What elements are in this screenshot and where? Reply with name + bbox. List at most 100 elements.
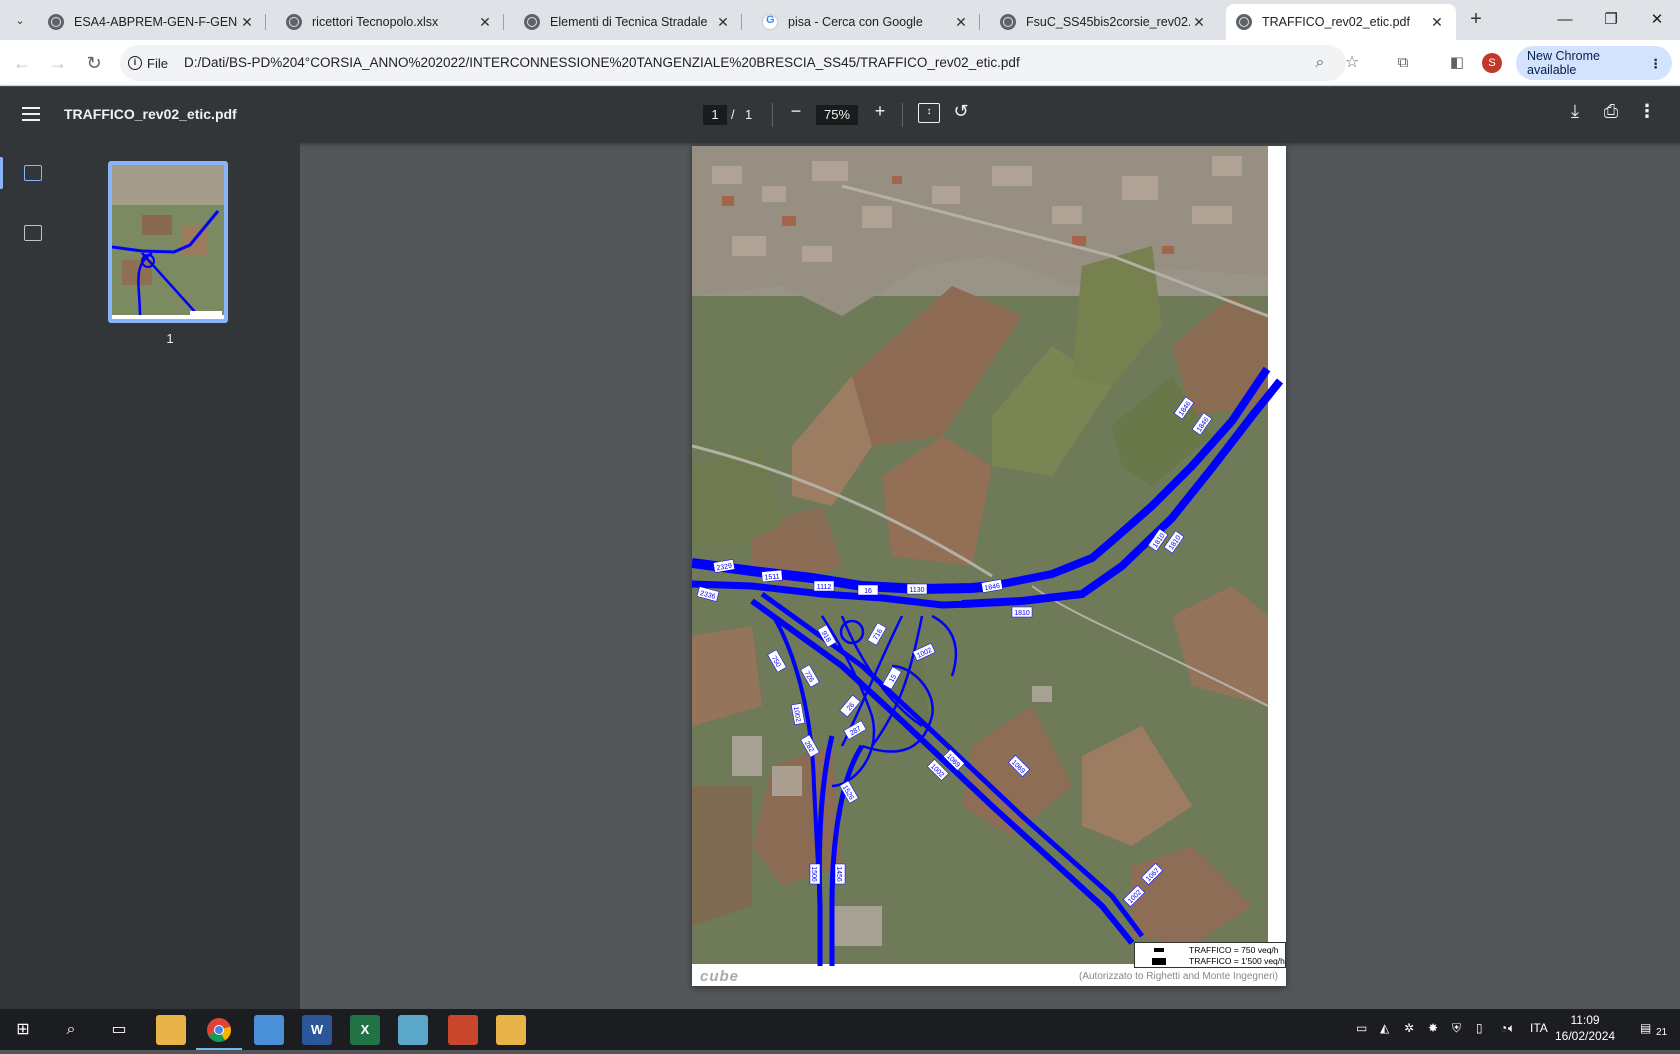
page-number-input[interactable]: 1 bbox=[703, 105, 727, 125]
svg-text:1506: 1506 bbox=[810, 866, 817, 882]
update-label: New Chrome available bbox=[1527, 49, 1600, 77]
more-vert-icon: ⋮ bbox=[1649, 56, 1663, 71]
close-icon[interactable]: ✕ bbox=[238, 14, 256, 31]
globe-icon bbox=[286, 14, 302, 30]
tab-search-button[interactable]: ⌄ bbox=[8, 8, 32, 32]
close-icon[interactable]: ✕ bbox=[1428, 14, 1446, 31]
cube-logo: cube bbox=[700, 968, 740, 985]
svg-text:1810: 1810 bbox=[1014, 610, 1030, 617]
flow-label: 1506 bbox=[809, 863, 821, 885]
thumbnails-icon[interactable] bbox=[24, 165, 42, 181]
address-bar[interactable]: i File D:/Dati/BS-PD%204°CORSIA_ANNO%202… bbox=[120, 45, 1359, 81]
more-actions-icon[interactable]: ⋮ bbox=[1636, 101, 1658, 122]
excel-icon[interactable]: X bbox=[350, 1015, 380, 1045]
menu-icon[interactable] bbox=[22, 107, 40, 121]
system-clock[interactable]: 11:09 16/02/2024 bbox=[1555, 1012, 1615, 1044]
chrome-icon[interactable] bbox=[196, 1015, 242, 1050]
flow-label: 1511 bbox=[761, 569, 783, 583]
tab-title: ricettori Tecnopolo.xlsx bbox=[312, 15, 439, 29]
minimize-button[interactable]: — bbox=[1542, 6, 1588, 34]
new-tab-button[interactable]: + bbox=[1464, 8, 1488, 31]
tab-title: TRAFFICO_rev02_etic.pdf bbox=[1262, 15, 1410, 29]
tab-4[interactable]: pisa - Cerca con Google ✕ bbox=[752, 4, 980, 40]
network-icon[interactable]: ▭ bbox=[1356, 1021, 1367, 1035]
word-icon[interactable]: W bbox=[302, 1015, 332, 1045]
globe-icon bbox=[48, 14, 64, 30]
notifications-icon[interactable]: ▤ bbox=[1640, 1021, 1651, 1035]
language-indicator[interactable]: ITA bbox=[1530, 1021, 1548, 1035]
bookmark-star-icon[interactable]: ☆ bbox=[1342, 53, 1362, 73]
tab-2[interactable]: ricettori Tecnopolo.xlsx ✕ bbox=[276, 4, 504, 40]
thumbnail-panel: 1 bbox=[60, 143, 300, 1009]
globe-icon bbox=[524, 14, 540, 30]
search-icon[interactable]: ⌕ bbox=[56, 1015, 86, 1045]
wifi-icon[interactable]: ◔ bbox=[1500, 1021, 1507, 1035]
update-chrome-button[interactable]: New Chrome available ⋮ bbox=[1516, 46, 1672, 80]
zoom-search-icon[interactable]: ⌕ bbox=[1310, 53, 1330, 73]
flow-label: 1130 bbox=[906, 583, 928, 595]
zoom-out-icon[interactable]: − bbox=[786, 101, 806, 122]
app-tray-icon[interactable]: ✲ bbox=[1404, 1021, 1414, 1035]
close-window-button[interactable]: ✕ bbox=[1634, 6, 1680, 34]
sidebar-rail bbox=[0, 143, 60, 1009]
reload-button[interactable]: ↻ bbox=[82, 51, 106, 75]
battery-icon[interactable]: ▯ bbox=[1476, 1021, 1483, 1035]
download-icon[interactable]: ⤓ bbox=[1564, 101, 1586, 122]
globe-icon bbox=[1236, 14, 1252, 30]
page-thumbnail[interactable] bbox=[108, 161, 228, 323]
close-icon[interactable]: ✕ bbox=[714, 14, 732, 31]
drive-icon[interactable]: ◭ bbox=[1380, 1021, 1389, 1035]
rotate-icon[interactable]: ↺ bbox=[950, 101, 972, 122]
tab-3[interactable]: Elementi di Tecnica Stradale ✕ bbox=[514, 4, 742, 40]
extensions-icon[interactable]: ⧉ bbox=[1392, 52, 1414, 74]
restore-button[interactable]: ❐ bbox=[1588, 6, 1634, 34]
zoom-level-input[interactable]: 75% bbox=[816, 105, 858, 125]
zoom-in-icon[interactable]: + bbox=[870, 101, 890, 122]
tab-1[interactable]: ESA4-ABPREM-GEN-F-GEN-GEN ✕ bbox=[38, 4, 266, 40]
forward-button[interactable]: → bbox=[46, 51, 70, 75]
flow-label: 1810 bbox=[1011, 606, 1033, 618]
url-text[interactable]: D:/Dati/BS-PD%204°CORSIA_ANNO%202022/INT… bbox=[184, 55, 1020, 70]
profile-avatar[interactable]: S bbox=[1482, 53, 1502, 73]
browser-toolbar: ← → ↻ i File D:/Dati/BS-PD%204°CORSIA_AN… bbox=[0, 40, 1680, 86]
back-button[interactable]: ← bbox=[10, 51, 34, 75]
explorer-icon[interactable] bbox=[496, 1015, 526, 1045]
legend-row-1500: TRAFFICO = 1'500 veq/h bbox=[1139, 956, 1285, 966]
close-icon[interactable]: ✕ bbox=[1190, 14, 1208, 31]
fit-page-icon[interactable]: ↕ bbox=[918, 103, 940, 123]
site-info-label: File bbox=[147, 55, 168, 71]
tab-5[interactable]: FsuC_SS45bis2corsie_rev02.pdf ✕ bbox=[990, 4, 1218, 40]
file-manager-icon[interactable] bbox=[156, 1015, 186, 1045]
svg-text:1112: 1112 bbox=[817, 584, 832, 591]
app-icon[interactable] bbox=[398, 1015, 428, 1045]
thumbnail-image bbox=[112, 165, 224, 319]
globe-icon bbox=[1000, 14, 1016, 30]
legend-row-750: TRAFFICO = 750 veq/h bbox=[1139, 945, 1279, 955]
thumbnail-page-number: 1 bbox=[166, 331, 174, 346]
pdf-page: 2329 1511 1112 16 1130 1846 2336 918 716 1002 1810… bbox=[692, 146, 1286, 986]
tab-title: pisa - Cerca con Google bbox=[788, 15, 923, 29]
close-icon[interactable]: ✕ bbox=[952, 14, 970, 31]
total-pages: 1 bbox=[745, 107, 753, 122]
windows-start-icon[interactable]: ⊞ bbox=[8, 1015, 38, 1045]
svg-text:1456: 1456 bbox=[835, 866, 842, 882]
svg-text:1130: 1130 bbox=[909, 587, 924, 594]
svg-text:16: 16 bbox=[864, 588, 872, 595]
task-view-icon[interactable]: ▭ bbox=[104, 1015, 134, 1045]
pdf-toolbar: TRAFFICO_rev02_etic.pdf 1 / 1 − 75% + ↕ … bbox=[0, 87, 1680, 143]
close-icon[interactable]: ✕ bbox=[476, 14, 494, 31]
notepad-icon[interactable] bbox=[254, 1015, 284, 1045]
acrobat-icon[interactable] bbox=[448, 1015, 478, 1045]
side-panel-icon[interactable]: ◧ bbox=[1446, 52, 1468, 74]
clock-time: 11:09 bbox=[1570, 1013, 1600, 1027]
map-legend: TRAFFICO = 750 veq/h TRAFFICO = 1'500 ve… bbox=[1134, 942, 1286, 968]
tab-6-active[interactable]: TRAFFICO_rev02_etic.pdf ✕ bbox=[1226, 4, 1456, 40]
volume-icon[interactable]: 🔈︎ bbox=[1508, 1021, 1515, 1036]
print-icon[interactable]: ⎙ bbox=[1600, 101, 1622, 122]
document-outline-icon[interactable] bbox=[24, 225, 42, 241]
security-icon[interactable]: ⛨ bbox=[1452, 1021, 1461, 1036]
windows-taskbar: ⊞ ⌕ ▭ W X ▭ ◭ ✲ ✸ ⛨ ▯ ◔ 🔈︎ ITA 11:09 16/… bbox=[0, 1009, 1680, 1050]
info-icon: i bbox=[128, 56, 142, 70]
site-info-chip[interactable]: i File bbox=[128, 51, 168, 75]
bluetooth-icon[interactable]: ✸ bbox=[1428, 1021, 1438, 1035]
